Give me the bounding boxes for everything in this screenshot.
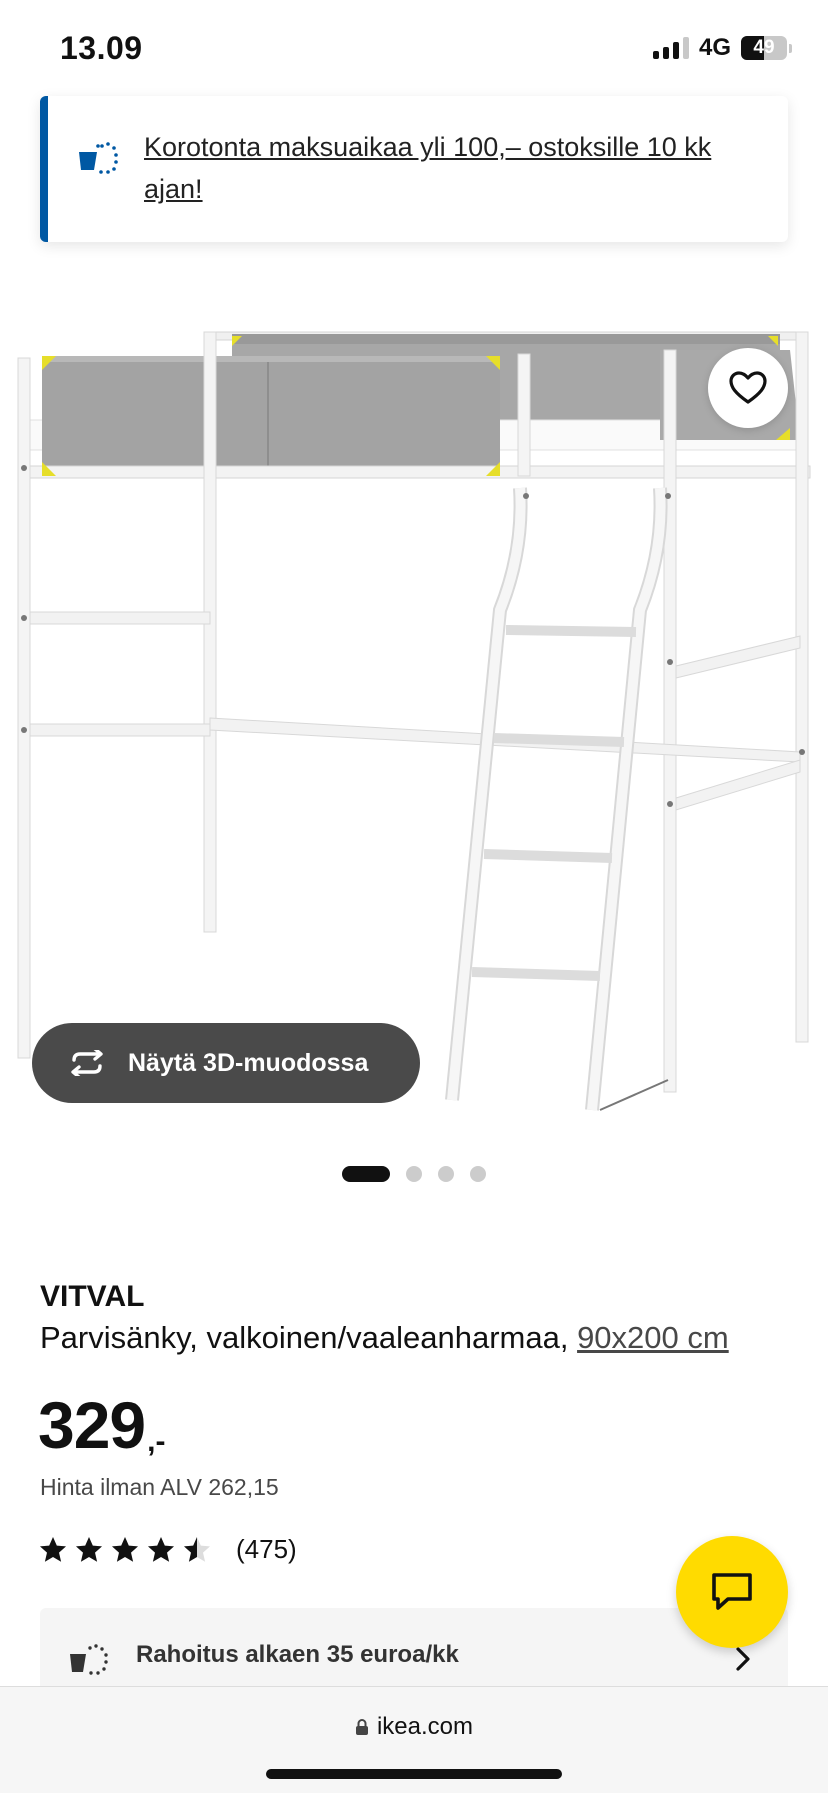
carousel-dot[interactable] <box>470 1166 486 1182</box>
promo-link[interactable]: Korotonta maksuaikaa yli 100,– ostoksill… <box>144 126 764 210</box>
url-text[interactable]: ikea.com <box>377 1713 473 1741</box>
price-suffix: ,- <box>147 1425 166 1458</box>
signal-icon <box>652 37 689 59</box>
browser-bar: ikea.com <box>0 1686 828 1793</box>
view-3d-button[interactable]: Näytä 3D-muodossa <box>32 1023 420 1103</box>
home-indicator[interactable] <box>266 1769 562 1779</box>
financing-label: Rahoitus alkaen 35 euroa/kk <box>136 1641 459 1668</box>
payment-plan-icon <box>79 142 118 174</box>
payment-plan-icon <box>70 1644 108 1675</box>
chat-button[interactable] <box>676 1536 788 1648</box>
product-image[interactable] <box>0 290 828 1130</box>
star-filled-icon <box>76 1536 102 1562</box>
view-3d-label: Näytä 3D-muodossa <box>128 1048 369 1077</box>
rating-count[interactable]: (475) <box>236 1534 297 1565</box>
status-time: 13.09 <box>60 30 143 66</box>
rating-row[interactable]: (475) <box>38 1534 297 1565</box>
product-description-text: Parvisänky, valkoinen/vaaleanharmaa, <box>40 1320 578 1355</box>
carousel-dot[interactable] <box>406 1166 422 1182</box>
rating-stars <box>38 1535 212 1565</box>
chevron-right-icon <box>736 1647 750 1671</box>
product-name: VITVAL <box>40 1280 145 1313</box>
carousel-dot[interactable] <box>438 1166 454 1182</box>
battery-icon: 49 <box>741 36 787 60</box>
star-filled-icon <box>40 1536 66 1562</box>
star-filled-icon <box>148 1536 174 1562</box>
address-bar[interactable]: ikea.com <box>0 1713 828 1741</box>
star-filled-icon <box>112 1536 138 1562</box>
heart-icon <box>729 371 767 404</box>
battery-nub <box>789 43 792 53</box>
carousel-dots[interactable] <box>342 1166 486 1182</box>
product-size-link[interactable]: 90x200 cm <box>577 1320 729 1355</box>
status-bar: 13.09 4G 49 <box>0 0 828 96</box>
status-indicators: 4G 49 <box>652 34 792 62</box>
price-excl-vat: Hinta ilman ALV 262,15 <box>40 1474 279 1500</box>
star-half-icon <box>184 1536 210 1562</box>
rotate-3d-icon <box>71 1050 103 1076</box>
chat-icon <box>712 1573 752 1610</box>
product-price: 329 ,- <box>38 1390 165 1460</box>
network-label: 4G <box>698 34 731 61</box>
lock-icon <box>355 1719 368 1735</box>
favorite-button[interactable] <box>708 348 788 428</box>
promo-banner[interactable]: Korotonta maksuaikaa yli 100,– ostoksill… <box>40 96 788 242</box>
carousel-dot[interactable] <box>342 1166 390 1182</box>
product-description: Parvisänky, valkoinen/vaaleanharmaa, 90x… <box>40 1320 729 1356</box>
battery-level: 49 <box>753 37 775 58</box>
price-main: 329 <box>38 1388 146 1462</box>
